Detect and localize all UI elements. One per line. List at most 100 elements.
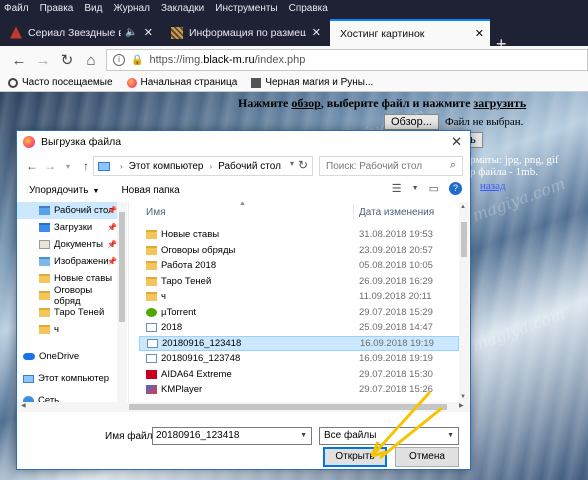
back-link[interactable]: назад bbox=[480, 180, 506, 192]
url-bar[interactable]: i 🔒 https://img.black-m.ru/index.php bbox=[106, 49, 588, 71]
pin-icon[interactable]: 📌 bbox=[107, 206, 117, 215]
nav-item[interactable]: Этот компьютер bbox=[17, 370, 117, 387]
upload-link[interactable]: загрузить bbox=[473, 96, 526, 110]
close-icon[interactable]: ✕ bbox=[451, 134, 462, 150]
close-icon[interactable]: ✕ bbox=[312, 26, 321, 39]
file-row[interactable]: Новые ставы 31.08.2018 19:53 bbox=[139, 227, 459, 242]
bookmark-home[interactable]: Начальная страница bbox=[126, 77, 238, 88]
nav-item[interactable]: OneDrive bbox=[17, 348, 117, 365]
menu-item[interactable]: Инструменты bbox=[215, 3, 277, 14]
nav-scrollbar[interactable] bbox=[117, 202, 127, 402]
file-row[interactable]: Оговоры обряды 23.09.2018 20:57 bbox=[139, 243, 459, 258]
reload-icon[interactable]: ↻ bbox=[56, 51, 78, 69]
nav-item[interactable]: Оговоры обряд bbox=[17, 285, 117, 307]
forward-icon[interactable]: → bbox=[41, 159, 59, 173]
pin-icon[interactable]: 📌 bbox=[107, 223, 117, 232]
nav-item-label: Рабочий стол bbox=[54, 205, 114, 216]
file-date: 23.09.2018 20:57 bbox=[359, 244, 433, 256]
file-date: 29.07.2018 15:26 bbox=[359, 384, 433, 395]
file-date: 16.09.2018 19:19 bbox=[359, 353, 433, 364]
bookmark-magic[interactable]: Черная магия и Руны... bbox=[251, 77, 373, 88]
nav-item[interactable]: ч bbox=[17, 321, 117, 338]
menu-item[interactable]: Журнал bbox=[113, 3, 150, 14]
back-icon[interactable]: ← bbox=[23, 159, 41, 173]
info-icon[interactable]: i bbox=[113, 54, 125, 66]
nav-item-label: OneDrive bbox=[39, 351, 80, 362]
menu-item[interactable]: Справка bbox=[289, 3, 328, 14]
file-row[interactable]: KMPlayer 29.07.2018 15:26 bbox=[139, 382, 459, 397]
file-name: Новые ставы bbox=[161, 229, 220, 240]
breadcrumb-item[interactable]: Рабочий стол bbox=[218, 161, 281, 172]
menu-item[interactable]: Закладки bbox=[161, 3, 204, 14]
file-row[interactable]: µTorrent 29.07.2018 15:29 bbox=[139, 305, 459, 320]
file-row[interactable]: 20180916_123418 16.09.2018 19:19 bbox=[139, 335, 459, 351]
file-name: ч bbox=[161, 291, 166, 302]
file-row[interactable]: ч 11.09.2018 20:11 bbox=[139, 289, 459, 304]
nav-item[interactable]: Таро Теней bbox=[17, 304, 117, 321]
help-icon[interactable]: ? bbox=[449, 182, 462, 195]
browse-link[interactable]: обзор bbox=[291, 96, 320, 110]
filename-input[interactable]: 20180916_123418 ▼ bbox=[152, 427, 312, 445]
home-icon[interactable]: ⌂ bbox=[80, 52, 102, 69]
chevron-down-icon[interactable]: ▾ bbox=[290, 159, 294, 168]
download-icon bbox=[39, 223, 50, 232]
column-date[interactable]: Дата изменения bbox=[359, 207, 434, 218]
bookmarks-bar: Часто посещаемые Начальная страница Черн… bbox=[0, 74, 588, 92]
nav-item[interactable]: Загрузки 📌 bbox=[17, 219, 117, 236]
cancel-button[interactable]: Отмена bbox=[395, 447, 459, 467]
folder-icon bbox=[146, 261, 157, 270]
tab-info[interactable]: Информация по размещению ✕ bbox=[165, 19, 327, 46]
file-row[interactable]: 20180916_123748 16.09.2018 19:19 bbox=[139, 351, 459, 366]
chevron-down-icon[interactable]: ▾ bbox=[59, 162, 77, 171]
bookmark-label: Часто посещаемые bbox=[22, 77, 113, 88]
file-name: 2018 bbox=[161, 322, 183, 333]
chevron-down-icon[interactable]: ▼ bbox=[300, 428, 307, 444]
nav-item-label: Этот компьютер bbox=[38, 373, 110, 384]
nav-item[interactable]: Рабочий стол 📌 bbox=[17, 202, 117, 219]
chevron-down-icon[interactable]: ▼ bbox=[447, 428, 454, 444]
horizontal-scrollbar[interactable]: ◀ ▶ bbox=[17, 402, 470, 412]
search-input[interactable]: Поиск: Рабочий стол ⌕ bbox=[319, 156, 463, 176]
refresh-icon[interactable]: ↻ bbox=[298, 158, 308, 172]
new-folder-button[interactable]: Новая папка bbox=[121, 185, 179, 196]
pin-icon[interactable]: 📌 bbox=[107, 240, 117, 249]
file-row[interactable]: Работа 2018 05.08.2018 10:05 bbox=[139, 258, 459, 273]
breadcrumb[interactable]: › Этот компьютер › Рабочий стол ▾ ↻ bbox=[93, 156, 313, 176]
forward-icon[interactable]: → bbox=[32, 52, 54, 69]
open-button[interactable]: Открыть bbox=[323, 447, 387, 467]
column-name[interactable]: Имя bbox=[146, 207, 165, 218]
chevron-down-icon[interactable]: ▼ bbox=[412, 185, 419, 192]
browse-button[interactable]: Обзор... bbox=[384, 114, 439, 130]
tv-icon bbox=[10, 26, 22, 39]
list-scrollbar[interactable]: ▲ ▼ bbox=[459, 202, 469, 404]
file-date: 31.08.2018 19:53 bbox=[359, 229, 433, 240]
tab-strip: Сериал Звездные врата 🔈 ✕ Информация по … bbox=[0, 16, 588, 54]
tab-serial[interactable]: Сериал Звездные врата 🔈 ✕ bbox=[4, 19, 159, 46]
menu-item[interactable]: Правка bbox=[40, 3, 74, 14]
nav-item[interactable]: Документы 📌 bbox=[17, 236, 117, 253]
filetype-select[interactable]: Все файлы ▼ bbox=[319, 427, 459, 445]
file-row[interactable]: 2018 25.09.2018 14:47 bbox=[139, 320, 459, 335]
file-row[interactable]: Таро Теней 26.09.2018 16:29 bbox=[139, 274, 459, 289]
folder-icon bbox=[146, 245, 157, 255]
view-icon[interactable]: ☰ bbox=[392, 182, 402, 195]
speaker-icon[interactable]: 🔈 bbox=[125, 27, 137, 38]
bookmark-frequent[interactable]: Часто посещаемые bbox=[8, 77, 113, 88]
preview-pane-icon[interactable]: ▭ bbox=[429, 182, 439, 195]
organize-button[interactable]: Упорядочить ▼ bbox=[29, 185, 99, 196]
nav-item[interactable]: Сеть bbox=[17, 392, 117, 402]
file-row[interactable]: AIDA64 Extreme 29.07.2018 15:30 bbox=[139, 367, 459, 382]
close-icon[interactable]: ✕ bbox=[144, 26, 153, 39]
breadcrumb-item[interactable]: Этот компьютер bbox=[129, 161, 204, 172]
bookmark-label: Начальная страница bbox=[140, 77, 238, 88]
menu-item[interactable]: Файл bbox=[4, 3, 29, 14]
tab-hosting[interactable]: Хостинг картинок ✕ bbox=[330, 19, 490, 46]
menu-item[interactable]: Вид bbox=[84, 3, 102, 14]
back-icon[interactable]: ← bbox=[8, 52, 30, 69]
url-text: https://img.black-m.ru/index.php bbox=[149, 54, 306, 66]
pin-icon[interactable]: 📌 bbox=[107, 257, 117, 266]
close-icon[interactable]: ✕ bbox=[475, 27, 484, 40]
nav-item-label: ч bbox=[54, 324, 59, 335]
nav-item[interactable]: Изображени 📌 bbox=[17, 253, 117, 270]
lock-icon[interactable]: 🔒 bbox=[131, 55, 143, 66]
